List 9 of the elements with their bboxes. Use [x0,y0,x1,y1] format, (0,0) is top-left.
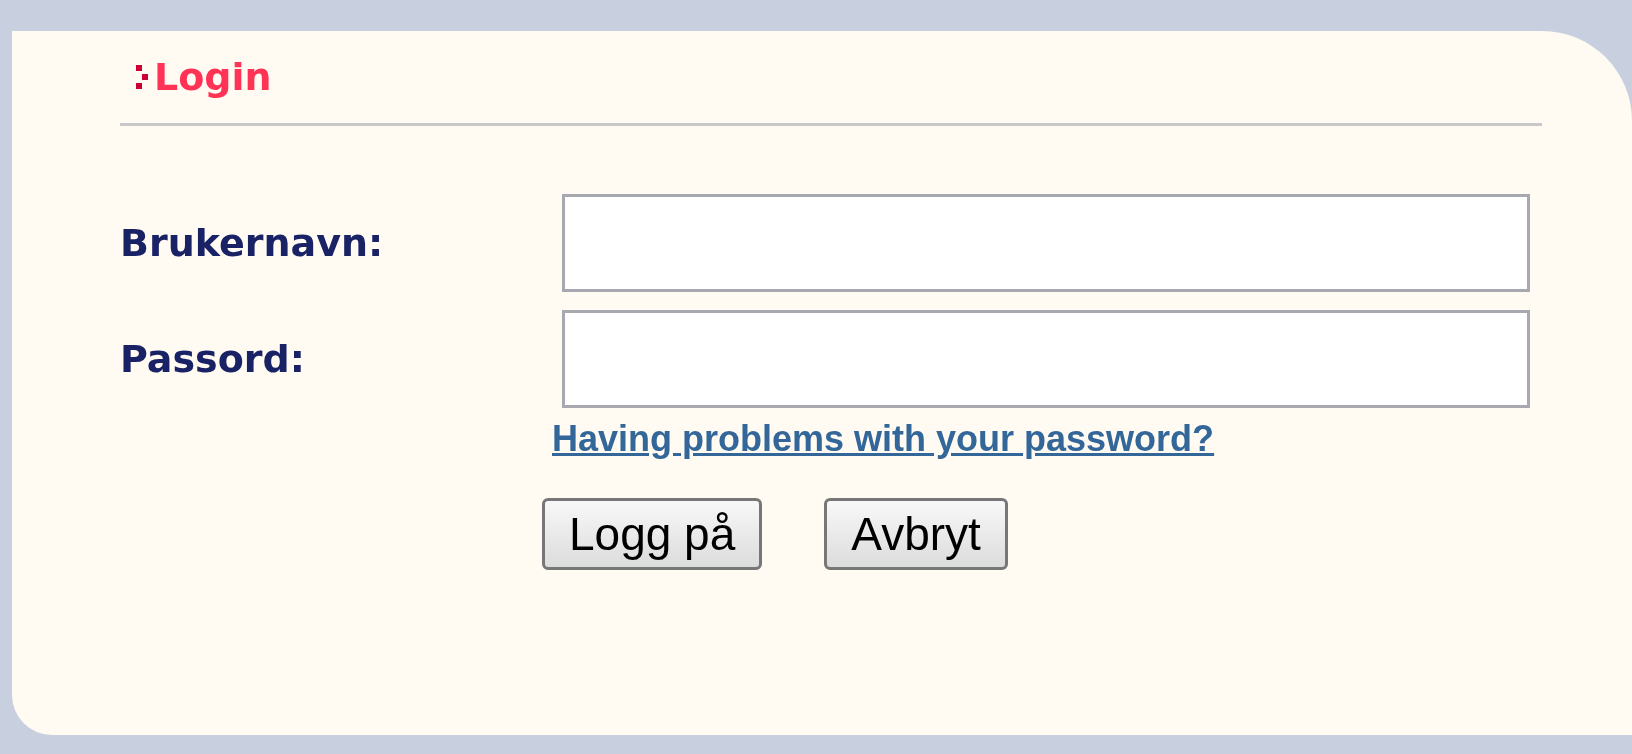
input-field[interactable] [562,310,1530,408]
help-link[interactable]: Having problems with your password? [552,418,1530,460]
field-label: Passord: [120,337,306,381]
form-button[interactable]: Logg på [542,498,763,570]
form-button[interactable]: Avbryt [824,498,1008,570]
login-title: Login [154,55,272,99]
field-label: Brukernavn: [120,221,385,265]
dots-icon [136,65,148,89]
input-field[interactable] [562,194,1530,292]
